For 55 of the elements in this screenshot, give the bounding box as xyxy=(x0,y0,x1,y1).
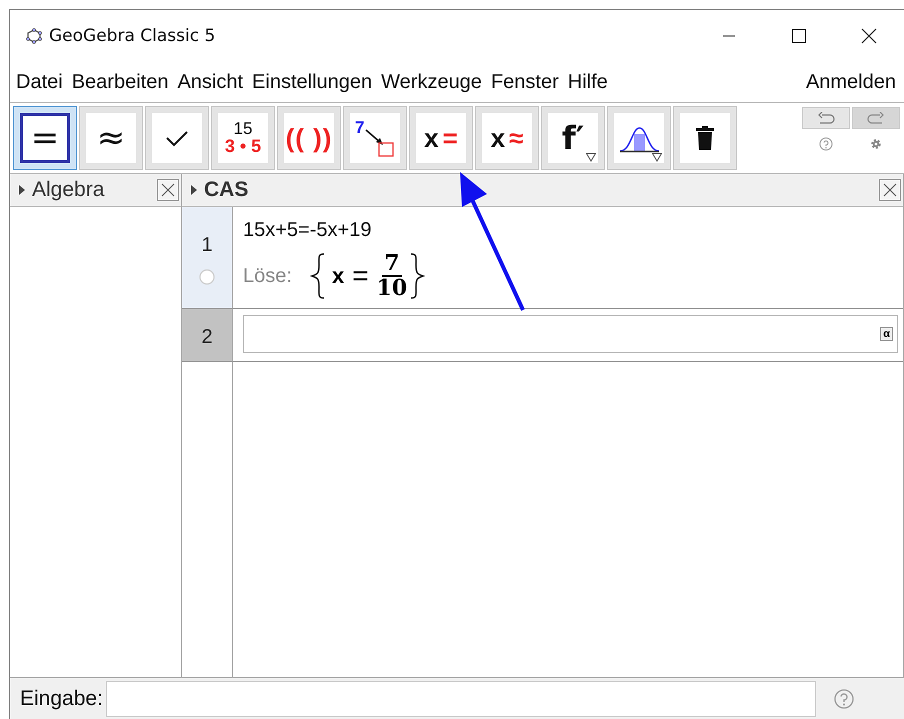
tool-button[interactable]: f′ xyxy=(541,106,605,170)
output-label: Löse: xyxy=(243,264,292,288)
tool-button[interactable]: ≈ xyxy=(79,106,143,170)
window-title: GeoGebra Classic 5 xyxy=(49,26,216,46)
panel-title: CAS xyxy=(204,178,248,202)
help-button[interactable] xyxy=(834,688,854,708)
help-icon xyxy=(819,137,833,151)
expand-triangle-icon xyxy=(191,185,197,195)
close-icon xyxy=(861,28,877,44)
redo-button[interactable] xyxy=(852,107,900,129)
menu-item[interactable]: Hilfe xyxy=(568,70,608,94)
app-logo-icon xyxy=(26,28,42,44)
menu-item[interactable]: Einstellungen xyxy=(252,70,372,94)
menu-item[interactable]: Fenster xyxy=(490,70,559,94)
redo-icon xyxy=(867,112,885,124)
tool-button[interactable]: x= xyxy=(409,106,473,170)
row-header[interactable]: 1 xyxy=(182,207,233,308)
close-panel-button[interactable] xyxy=(879,179,901,201)
panel-title: Algebra xyxy=(32,178,104,202)
dropdown-triangle-icon xyxy=(652,153,662,162)
menu-item[interactable]: Ansicht xyxy=(177,70,244,94)
settings-icon xyxy=(869,137,883,151)
undo-button[interactable] xyxy=(802,107,850,129)
row-number: 1 xyxy=(201,234,213,258)
close-panel-button[interactable] xyxy=(157,179,179,201)
input-field[interactable] xyxy=(106,680,816,716)
tool-button[interactable]: 7 xyxy=(343,106,407,170)
menu-item[interactable]: Datei xyxy=(16,70,63,94)
symbol-button[interactable]: α xyxy=(880,327,893,342)
menu-item[interactable]: Werkzeuge xyxy=(381,70,482,94)
help-icon xyxy=(834,688,854,708)
trash-icon xyxy=(696,126,714,150)
tool-button[interactable]: (( )) xyxy=(277,106,341,170)
cas-input-field[interactable]: α xyxy=(243,315,898,354)
tool-button[interactable] xyxy=(673,106,737,170)
menu-item[interactable]: Bearbeiten xyxy=(72,70,168,94)
cas-input[interactable]: 15x+5=-5x+19 xyxy=(243,219,903,242)
right-brace-icon xyxy=(409,253,426,300)
input-label: Eingabe: xyxy=(20,686,103,710)
output-toggle-icon xyxy=(199,269,215,286)
left-brace-icon xyxy=(310,253,326,300)
expand-triangle-icon xyxy=(19,185,25,195)
maximize-icon xyxy=(792,29,806,43)
sign-in-link[interactable]: Anmelden xyxy=(806,70,896,94)
tool-button[interactable]: x≈ xyxy=(475,106,539,170)
tool-button[interactable] xyxy=(607,106,671,170)
arrow-into-box-icon xyxy=(364,128,394,157)
close-icon xyxy=(882,182,898,198)
tool-button[interactable]: = xyxy=(13,106,77,170)
row-number: 2 xyxy=(201,326,213,349)
close-icon xyxy=(160,182,176,198)
undo-icon xyxy=(817,112,835,124)
tool-button[interactable]: 15 3 • 5 xyxy=(211,106,275,170)
dropdown-triangle-icon xyxy=(586,153,596,162)
row-header[interactable]: 2 xyxy=(182,309,233,362)
